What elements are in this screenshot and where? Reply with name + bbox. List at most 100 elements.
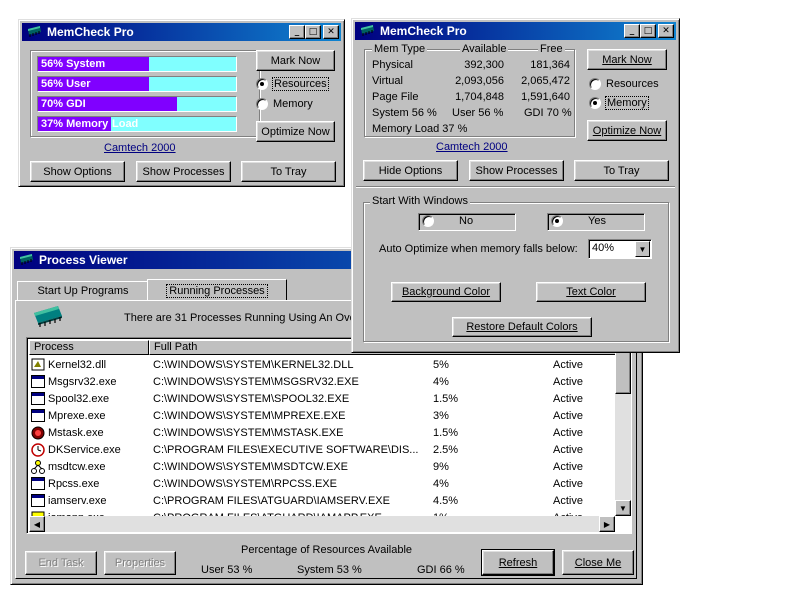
- free-cell: 2,065,472: [521, 75, 570, 87]
- radio-no[interactable]: No: [422, 215, 473, 227]
- program-icon: [31, 477, 45, 490]
- chevron-down-icon[interactable]: ▼: [635, 241, 650, 257]
- radio-resources[interactable]: Resources: [589, 78, 659, 90]
- memcheck-titlebar[interactable]: MemCheck Pro _ □ ✕: [22, 23, 341, 41]
- properties-button[interactable]: Properties: [104, 551, 176, 575]
- table-row[interactable]: Mprexe.exe C:\WINDOWS\SYSTEM\MPREXE.EXE 3%…: [29, 408, 615, 425]
- program-icon: [31, 375, 45, 388]
- user-resource: User 53 %: [201, 564, 253, 576]
- process-percent-cell: 4.5%: [433, 495, 459, 507]
- minimize-icon[interactable]: _: [289, 25, 305, 39]
- table-row[interactable]: Kernel32.dll C:\WINDOWS\SYSTEM\KERNEL32.D…: [29, 357, 615, 374]
- radio-yes[interactable]: Yes: [551, 215, 606, 227]
- radio-memory[interactable]: Memory: [256, 98, 313, 110]
- radio-circle: [589, 78, 601, 90]
- resources-title: Percentage of Resources Available: [241, 544, 413, 556]
- vertical-scrollbar[interactable]: ▼: [615, 340, 631, 516]
- process-name-cell: Mprexe.exe: [48, 410, 106, 422]
- available-cell: 392,300: [464, 59, 504, 71]
- usage-bar-label-rest: Load: [112, 118, 139, 130]
- header-available: Available: [460, 43, 509, 55]
- restore-default-colors-button[interactable]: Restore Default Colors: [452, 317, 592, 337]
- memory-chip-icon: [359, 24, 375, 39]
- to-tray-button[interactable]: To Tray: [574, 160, 669, 181]
- auto-optimize-threshold-select[interactable]: 40% ▼: [588, 239, 652, 259]
- mem-type-cell: Page File: [372, 91, 419, 103]
- show-processes-button[interactable]: Show Processes: [469, 160, 564, 181]
- header-free: Free: [538, 43, 565, 55]
- optimize-now-button[interactable]: Optimize Now: [256, 121, 335, 142]
- usage-bar-label: 56% User: [41, 78, 91, 90]
- maximize-icon[interactable]: □: [305, 25, 321, 39]
- process-status-cell: Active: [553, 495, 583, 507]
- radio-circle: [256, 98, 268, 110]
- process-percent-cell: 2.5%: [433, 444, 459, 456]
- process-status-cell: Active: [553, 478, 583, 490]
- horizontal-scrollbar[interactable]: ◀ ▶: [29, 516, 615, 532]
- text-color-button[interactable]: Text Color: [536, 282, 646, 302]
- end-task-button[interactable]: End Task: [25, 551, 97, 575]
- memcheck-titlebar[interactable]: MemCheck Pro _ □ ✕: [355, 22, 676, 40]
- radio-memory[interactable]: Memory: [589, 96, 649, 110]
- tab-startup-programs[interactable]: Start Up Programs: [17, 281, 149, 301]
- process-path-cell: C:\WINDOWS\SYSTEM\SPOOL32.EXE: [153, 393, 350, 405]
- close-me-button[interactable]: Close Me: [562, 550, 634, 575]
- memory-chip-icon: [31, 303, 65, 330]
- window-title: MemCheck Pro: [380, 24, 467, 38]
- process-name-cell: Rpcss.exe: [48, 478, 100, 490]
- process-status-cell: Active: [553, 393, 583, 405]
- process-percent-cell: 9%: [433, 461, 449, 473]
- mark-now-button[interactable]: Mark Now: [587, 49, 667, 70]
- gdi-resource: GDI 66 %: [417, 564, 465, 576]
- hide-options-button[interactable]: Hide Options: [363, 160, 458, 181]
- process-name-cell: Msgsrv32.exe: [48, 376, 117, 388]
- background-color-button[interactable]: Background Color: [391, 282, 501, 302]
- process-status-cell: Active: [553, 427, 583, 439]
- process-name-cell: Mstask.exe: [48, 427, 104, 439]
- usage-bar: 70% GDI: [37, 96, 237, 112]
- memory-chip-icon: [26, 25, 42, 40]
- table-row[interactable]: Mstask.exe C:\WINDOWS\SYSTEM\MSTASK.EXE 1.…: [29, 425, 615, 442]
- usage-bar: 56% System: [37, 56, 237, 72]
- show-options-button[interactable]: Show Options: [30, 161, 125, 182]
- usage-bar-label: 70% GDI: [41, 98, 86, 110]
- window-title: Process Viewer: [39, 253, 128, 267]
- process-path-cell: C:\WINDOWS\SYSTEM\MSTASK.EXE: [153, 427, 344, 439]
- process-list[interactable]: Process Full Path Kernel32.dll C:\WINDOWS…: [26, 337, 632, 534]
- optimize-now-button[interactable]: Optimize Now: [587, 120, 667, 141]
- process-percent-cell: 3%: [433, 410, 449, 422]
- process-percent-cell: 5%: [433, 359, 449, 371]
- mark-now-button[interactable]: Mark Now: [256, 50, 335, 71]
- tab-running-processes[interactable]: Running Processes: [147, 279, 287, 301]
- refresh-button[interactable]: Refresh: [481, 549, 555, 576]
- memory-load: Memory Load 37 %: [372, 123, 468, 135]
- header-mem-type: Mem Type: [372, 43, 428, 55]
- minimize-icon[interactable]: _: [624, 24, 640, 38]
- table-row[interactable]: msdtcw.exe C:\WINDOWS\SYSTEM\MSDTCW.EXE 9%…: [29, 459, 615, 476]
- maximize-icon[interactable]: □: [640, 24, 656, 38]
- process-summary: There are 31 Processes Running Using An …: [124, 312, 360, 324]
- separator: [356, 186, 675, 188]
- scroll-left-button[interactable]: ◀: [29, 516, 45, 532]
- table-row[interactable]: iamserv.exe C:\PROGRAM FILES\ATGUARD\IAMS…: [29, 493, 615, 510]
- table-row[interactable]: Msgsrv32.exe C:\WINDOWS\SYSTEM\MSGSRV32.E…: [29, 374, 615, 391]
- scroll-right-button[interactable]: ▶: [599, 516, 615, 532]
- process-status-cell: Active: [553, 359, 583, 371]
- system-percent: System 56 %: [372, 107, 437, 119]
- process-path-cell: C:\WINDOWS\SYSTEM\KERNEL32.DLL: [153, 359, 354, 371]
- radio-resources[interactable]: Resources: [256, 77, 329, 91]
- process-name-cell: iamserv.exe: [48, 495, 107, 507]
- column-header-process[interactable]: Process: [29, 340, 149, 355]
- table-row[interactable]: DKService.exe C:\PROGRAM FILES\EXECUTIVE …: [29, 442, 615, 459]
- program-icon: [31, 392, 45, 405]
- table-row[interactable]: Rpcss.exe C:\WINDOWS\SYSTEM\RPCSS.EXE 4% Ac…: [29, 476, 615, 493]
- gdi-percent: GDI 70 %: [524, 107, 572, 119]
- close-icon[interactable]: ✕: [323, 25, 339, 39]
- scroll-down-button[interactable]: ▼: [615, 500, 631, 516]
- close-icon[interactable]: ✕: [658, 24, 674, 38]
- table-row[interactable]: Spool32.exe C:\WINDOWS\SYSTEM\SPOOL32.EXE…: [29, 391, 615, 408]
- show-processes-button[interactable]: Show Processes: [136, 161, 231, 182]
- process-path-cell: C:\WINDOWS\SYSTEM\MPREXE.EXE: [153, 410, 346, 422]
- to-tray-button[interactable]: To Tray: [241, 161, 336, 182]
- clock-icon: [31, 443, 45, 460]
